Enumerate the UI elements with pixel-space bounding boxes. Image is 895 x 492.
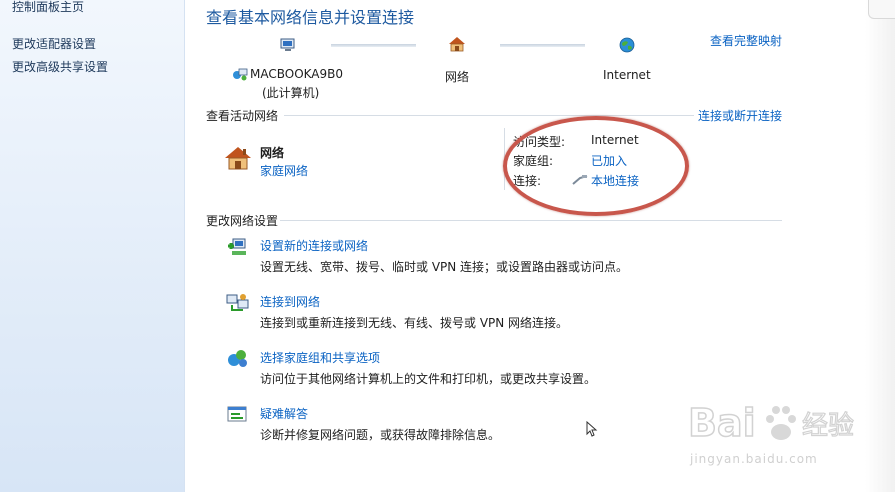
troubleshoot-icon: [227, 406, 247, 422]
sidebar: 控制面板主页 更改适配器设置 更改高级共享设置: [0, 0, 185, 492]
computer-subtitle: (此计算机): [262, 86, 320, 100]
globe-icon: [619, 37, 635, 53]
sidebar-item-adapter-settings[interactable]: 更改适配器设置: [12, 35, 96, 52]
svg-text:Bai: Bai: [688, 401, 756, 445]
baidu-watermark-logo: Bai 经验: [687, 400, 854, 446]
troubleshoot-link[interactable]: 疑难解答: [260, 405, 308, 422]
section-divider: [280, 220, 782, 221]
annotation-ring: [503, 116, 689, 216]
change-settings-heading: 更改网络设置: [206, 214, 279, 228]
home-network-icon: [225, 147, 251, 170]
homegroup-sharing-icon: [228, 350, 247, 367]
mouse-pointer-icon: [586, 421, 598, 437]
watermark-url: jingyan.baidu.com: [690, 452, 818, 466]
computer-icon: [280, 38, 295, 51]
internet-node-label: Internet: [603, 68, 651, 82]
connect-to-network-desc: 连接到或重新连接到无线、有线、拨号或 VPN 网络连接。: [260, 316, 569, 330]
sidebar-item-advanced-sharing[interactable]: 更改高级共享设置: [12, 58, 108, 75]
house-network-icon: [449, 37, 465, 52]
connect-to-network-icon: [226, 294, 249, 311]
network-type-link[interactable]: 家庭网络: [260, 162, 308, 179]
window-edge: [865, 0, 895, 492]
connect-to-network-link[interactable]: 连接到网络: [260, 293, 320, 310]
section-divider: [284, 115, 694, 116]
map-connector-line: [331, 44, 416, 47]
setup-new-connection-desc: 设置无线、宽带、拨号、临时或 VPN 连接；或设置路由器或访问点。: [260, 260, 629, 274]
setup-new-connection-link[interactable]: 设置新的连接或网络: [260, 237, 368, 254]
computer-network-icon: [233, 68, 248, 81]
new-connection-icon: [228, 238, 246, 255]
network-node-label: 网络: [445, 70, 470, 84]
connect-disconnect-link[interactable]: 连接或断开连接: [698, 107, 782, 124]
troubleshoot-desc: 诊断并修复网络问题，或获得故障排除信息。: [260, 428, 501, 442]
homegroup-sharing-desc: 访问位于其他网络计算机上的文件和打印机，或更改共享设置。: [260, 372, 597, 386]
active-network-name: 网络: [260, 146, 285, 160]
homegroup-sharing-link[interactable]: 选择家庭组和共享选项: [260, 349, 380, 366]
map-connector-line: [500, 44, 585, 47]
sidebar-home-link[interactable]: 控制面板主页: [12, 0, 84, 15]
computer-name: MACBOOKA9B0: [250, 67, 344, 81]
svg-text:经验: 经验: [802, 411, 854, 441]
active-networks-heading: 查看活动网络: [206, 109, 279, 123]
view-full-map-link[interactable]: 查看完整映射: [710, 32, 782, 49]
page-title: 查看基本网络信息并设置连接: [206, 8, 415, 27]
window-corner-tab: [868, 0, 895, 19]
